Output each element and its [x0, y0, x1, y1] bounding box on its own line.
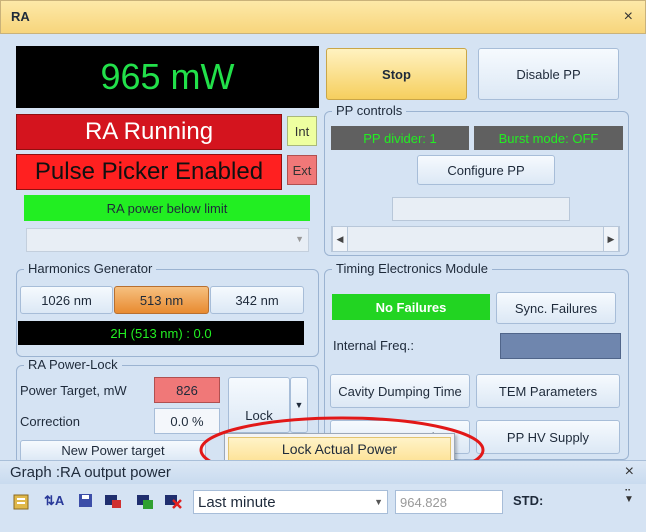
disable-pp-button[interactable]: Disable PP [478, 48, 619, 100]
harmonic-readout: 2H (513 nm) : 0.0 [18, 321, 304, 345]
graph-title: Graph :RA output power [10, 464, 171, 481]
int-label: Int [294, 123, 310, 139]
power-limit-indicator: RA power below limit [24, 195, 310, 221]
ext-indicator: Ext [287, 155, 317, 185]
properties-icon[interactable] [12, 492, 32, 512]
pp-divider-label: PP divider: 1 [363, 130, 437, 146]
tem-parameters-label: TEM Parameters [498, 383, 598, 399]
pp-hv-supply-label: PP HV Supply [506, 429, 590, 445]
pp-value-field [392, 197, 570, 221]
graph-value: 964.828 [400, 495, 447, 510]
ra-running-indicator: RA Running [16, 114, 282, 150]
harmonic-342-label: 342 nm [235, 292, 279, 308]
ra-running-label: RA Running [84, 118, 214, 145]
correction-label: Correction [20, 414, 80, 429]
power-target-label: Power Target, mW [20, 383, 127, 398]
timing-label: Timing Electronics Module [332, 261, 492, 276]
no-failures-indicator: No Failures [332, 294, 490, 320]
power-lock-label: RA Power-Lock [24, 357, 122, 372]
scroll-right-icon[interactable]: ▶ [603, 226, 619, 252]
window-title: RA [11, 9, 30, 24]
ext-label: Ext [292, 162, 312, 178]
graph-close-icon[interactable]: × [625, 463, 634, 481]
power-target-field[interactable]: 826 [154, 377, 220, 403]
graph-toolbar: ⇅A Last minute ▼ 964.828 STD: ⠒ ▼ [0, 484, 646, 532]
graph-value-field: 964.828 [395, 490, 503, 514]
export-icon[interactable] [103, 492, 123, 512]
range-select-value: Last minute [198, 494, 276, 511]
sync-failures-label: Sync. Failures [514, 300, 598, 316]
int-indicator: Int [287, 116, 317, 146]
pp-hv-supply-button[interactable]: PP HV Supply [476, 420, 620, 454]
harmonics-label: Harmonics Generator [24, 261, 157, 276]
pp-scrollbar[interactable]: ◀ ▶ [331, 226, 620, 252]
graph-titlebar: Graph :RA output power × [0, 460, 646, 484]
cavity-dumping-button[interactable]: Cavity Dumping Time [330, 374, 470, 408]
harmonic-342-button[interactable]: 342 nm [210, 286, 304, 314]
save-icon[interactable] [78, 492, 94, 510]
power-target-value: 826 [176, 382, 198, 398]
toolbar-overflow-icon[interactable]: ⠒ ▼ [624, 487, 634, 505]
disable-pp-label: Disable PP [516, 66, 581, 82]
pp-divider-display: PP divider: 1 [331, 126, 469, 150]
clear-icon[interactable] [163, 492, 183, 512]
scroll-left-icon[interactable]: ◀ [332, 226, 348, 252]
pulse-picker-label: Pulse Picker Enabled [34, 158, 264, 185]
configure-pp-button[interactable]: Configure PP [417, 155, 555, 185]
stop-button[interactable]: Stop [326, 48, 467, 100]
burst-mode-label: Burst mode: OFF [498, 130, 599, 146]
harmonic-513-label: 513 nm [139, 292, 184, 308]
internal-freq-field [500, 333, 621, 359]
new-power-target-label: New Power target [61, 443, 165, 458]
cavity-dumping-label: Cavity Dumping Time [338, 383, 462, 399]
stop-button-label: Stop [382, 66, 411, 82]
internal-freq-label: Internal Freq.: [333, 338, 414, 353]
power-limit-label: RA power below limit [106, 200, 228, 216]
import-icon[interactable] [135, 492, 155, 512]
new-power-target-button[interactable]: New Power target [20, 440, 206, 462]
configure-pp-label: Configure PP [447, 162, 525, 178]
chevron-down-icon: ▼ [374, 497, 383, 507]
no-failures-label: No Failures [375, 299, 447, 315]
chevron-down-icon: ▼ [295, 234, 304, 244]
pulse-picker-indicator: Pulse Picker Enabled [16, 154, 282, 190]
std-label: STD: [513, 493, 544, 508]
window-titlebar: RA × [0, 0, 646, 34]
power-display: 965 mW [16, 46, 319, 108]
harmonic-513-button[interactable]: 513 nm [114, 286, 209, 314]
burst-mode-display: Burst mode: OFF [474, 126, 623, 150]
sort-icon[interactable]: ⇅A [44, 493, 64, 509]
tem-parameters-button[interactable]: TEM Parameters [476, 374, 620, 408]
harmonic-1026-label: 1026 nm [41, 292, 92, 308]
range-select[interactable]: Last minute ▼ [193, 490, 388, 514]
harmonic-readout-label: 2H (513 nm) : 0.0 [110, 325, 212, 341]
chevron-down-icon: ▼ [294, 400, 304, 410]
pp-controls-label: PP controls [332, 103, 407, 118]
power-value: 965 mW [100, 56, 235, 97]
harmonic-1026-button[interactable]: 1026 nm [20, 286, 113, 314]
status-combo[interactable]: ▼ [26, 228, 309, 252]
close-icon[interactable]: × [624, 8, 633, 26]
sync-failures-button[interactable]: Sync. Failures [496, 292, 616, 324]
